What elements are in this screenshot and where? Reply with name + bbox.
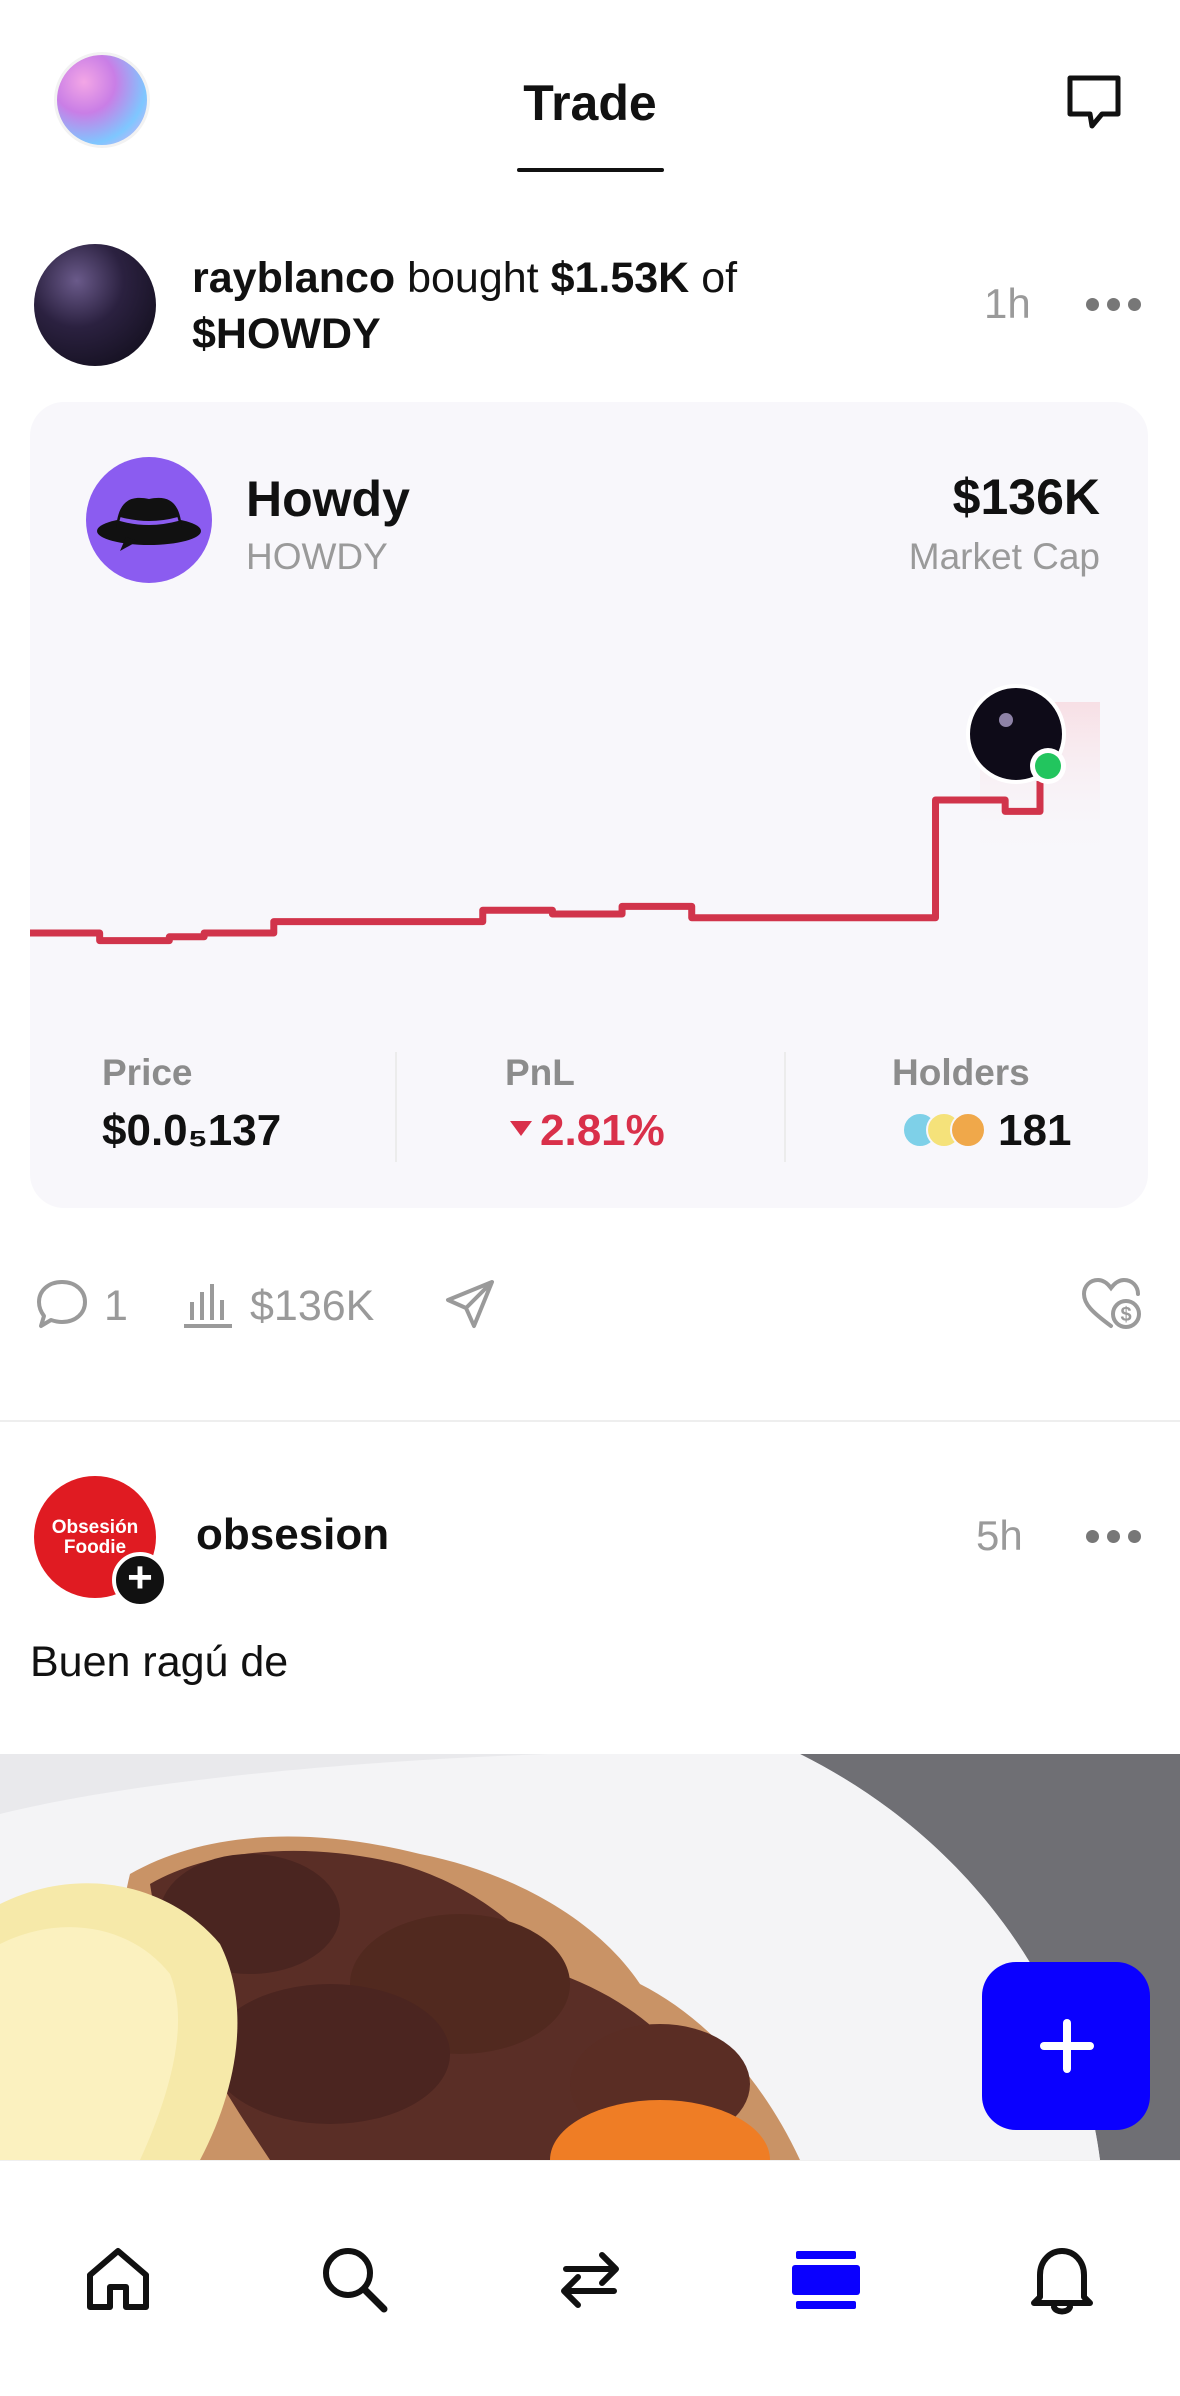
token-card[interactable]: Howdy HOWDY $136K Market Cap Price $0.0₅… bbox=[30, 402, 1148, 1208]
hat-icon bbox=[86, 457, 212, 583]
pnl-value-wrap: 2.81% bbox=[510, 1106, 665, 1156]
create-post-button[interactable] bbox=[982, 1962, 1150, 2130]
chat-icon[interactable] bbox=[1062, 70, 1126, 134]
home-icon[interactable] bbox=[80, 2241, 156, 2317]
tab-active-indicator bbox=[517, 168, 664, 172]
post-separator bbox=[0, 1420, 1180, 1422]
market-cap-label: Market Cap bbox=[908, 536, 1100, 577]
post-actions: 1 $136K $ bbox=[0, 1270, 1180, 1350]
volume-chart-icon[interactable] bbox=[180, 1276, 236, 1332]
volume-value: $136K bbox=[250, 1282, 375, 1330]
holders-label: Holders bbox=[892, 1052, 1030, 1093]
more-options-icon[interactable] bbox=[1086, 1530, 1142, 1544]
pnl-value: 2.81% bbox=[540, 1106, 665, 1155]
trade-amount: $1.53K bbox=[550, 254, 690, 302]
action-word: bought bbox=[407, 254, 539, 302]
feed-icon[interactable] bbox=[788, 2241, 864, 2317]
top-bar: Trade bbox=[0, 0, 1180, 180]
price-chart bbox=[30, 684, 1100, 945]
price-value: $0.0₅137 bbox=[102, 1106, 282, 1155]
share-send-icon[interactable] bbox=[442, 1276, 498, 1332]
down-arrow-icon bbox=[510, 1121, 532, 1136]
follow-plus-icon[interactable]: + bbox=[112, 1552, 168, 1608]
user-avatar[interactable] bbox=[34, 244, 156, 366]
token-name: Howdy bbox=[246, 471, 410, 527]
username[interactable]: obsesion bbox=[196, 1510, 389, 1560]
price-label: Price bbox=[102, 1052, 193, 1093]
trade-activity-text: rayblanco bought $1.53K of $HOWDY bbox=[192, 250, 832, 362]
price-line bbox=[30, 781, 1044, 945]
search-icon[interactable] bbox=[316, 2241, 392, 2317]
holders-avatars bbox=[902, 1110, 988, 1150]
divider bbox=[395, 1052, 397, 1162]
bell-icon[interactable] bbox=[1024, 2241, 1100, 2317]
chart-end-avatar bbox=[966, 684, 1066, 784]
post-time: 5h bbox=[976, 1512, 1023, 1559]
bottom-navigation bbox=[0, 2160, 1180, 2396]
pnl-label: PnL bbox=[505, 1052, 575, 1093]
post-time: 1h bbox=[984, 280, 1031, 327]
holders-value-wrap[interactable]: 181 bbox=[902, 1106, 1071, 1156]
tip-heart-icon[interactable]: $ bbox=[1080, 1276, 1142, 1332]
holders-count: 181 bbox=[998, 1106, 1072, 1155]
divider bbox=[784, 1052, 786, 1162]
token-symbol: HOWDY bbox=[246, 536, 388, 577]
comment-count: 1 bbox=[104, 1282, 128, 1330]
svg-text:$: $ bbox=[1120, 1304, 1131, 1326]
swap-icon[interactable] bbox=[552, 2241, 628, 2317]
plus-icon-v bbox=[1063, 2019, 1071, 2073]
comment-icon[interactable] bbox=[34, 1276, 90, 1332]
tab-trade[interactable]: Trade bbox=[0, 74, 1180, 132]
of-word: of bbox=[701, 254, 738, 302]
username[interactable]: rayblanco bbox=[192, 254, 395, 302]
online-indicator bbox=[1035, 753, 1061, 779]
market-cap-value: $136K bbox=[952, 469, 1100, 525]
token-ticker-link[interactable]: $HOWDY bbox=[192, 310, 381, 358]
more-options-icon[interactable] bbox=[1086, 298, 1142, 312]
post-body-text: Buen ragú de bbox=[30, 1638, 289, 1686]
